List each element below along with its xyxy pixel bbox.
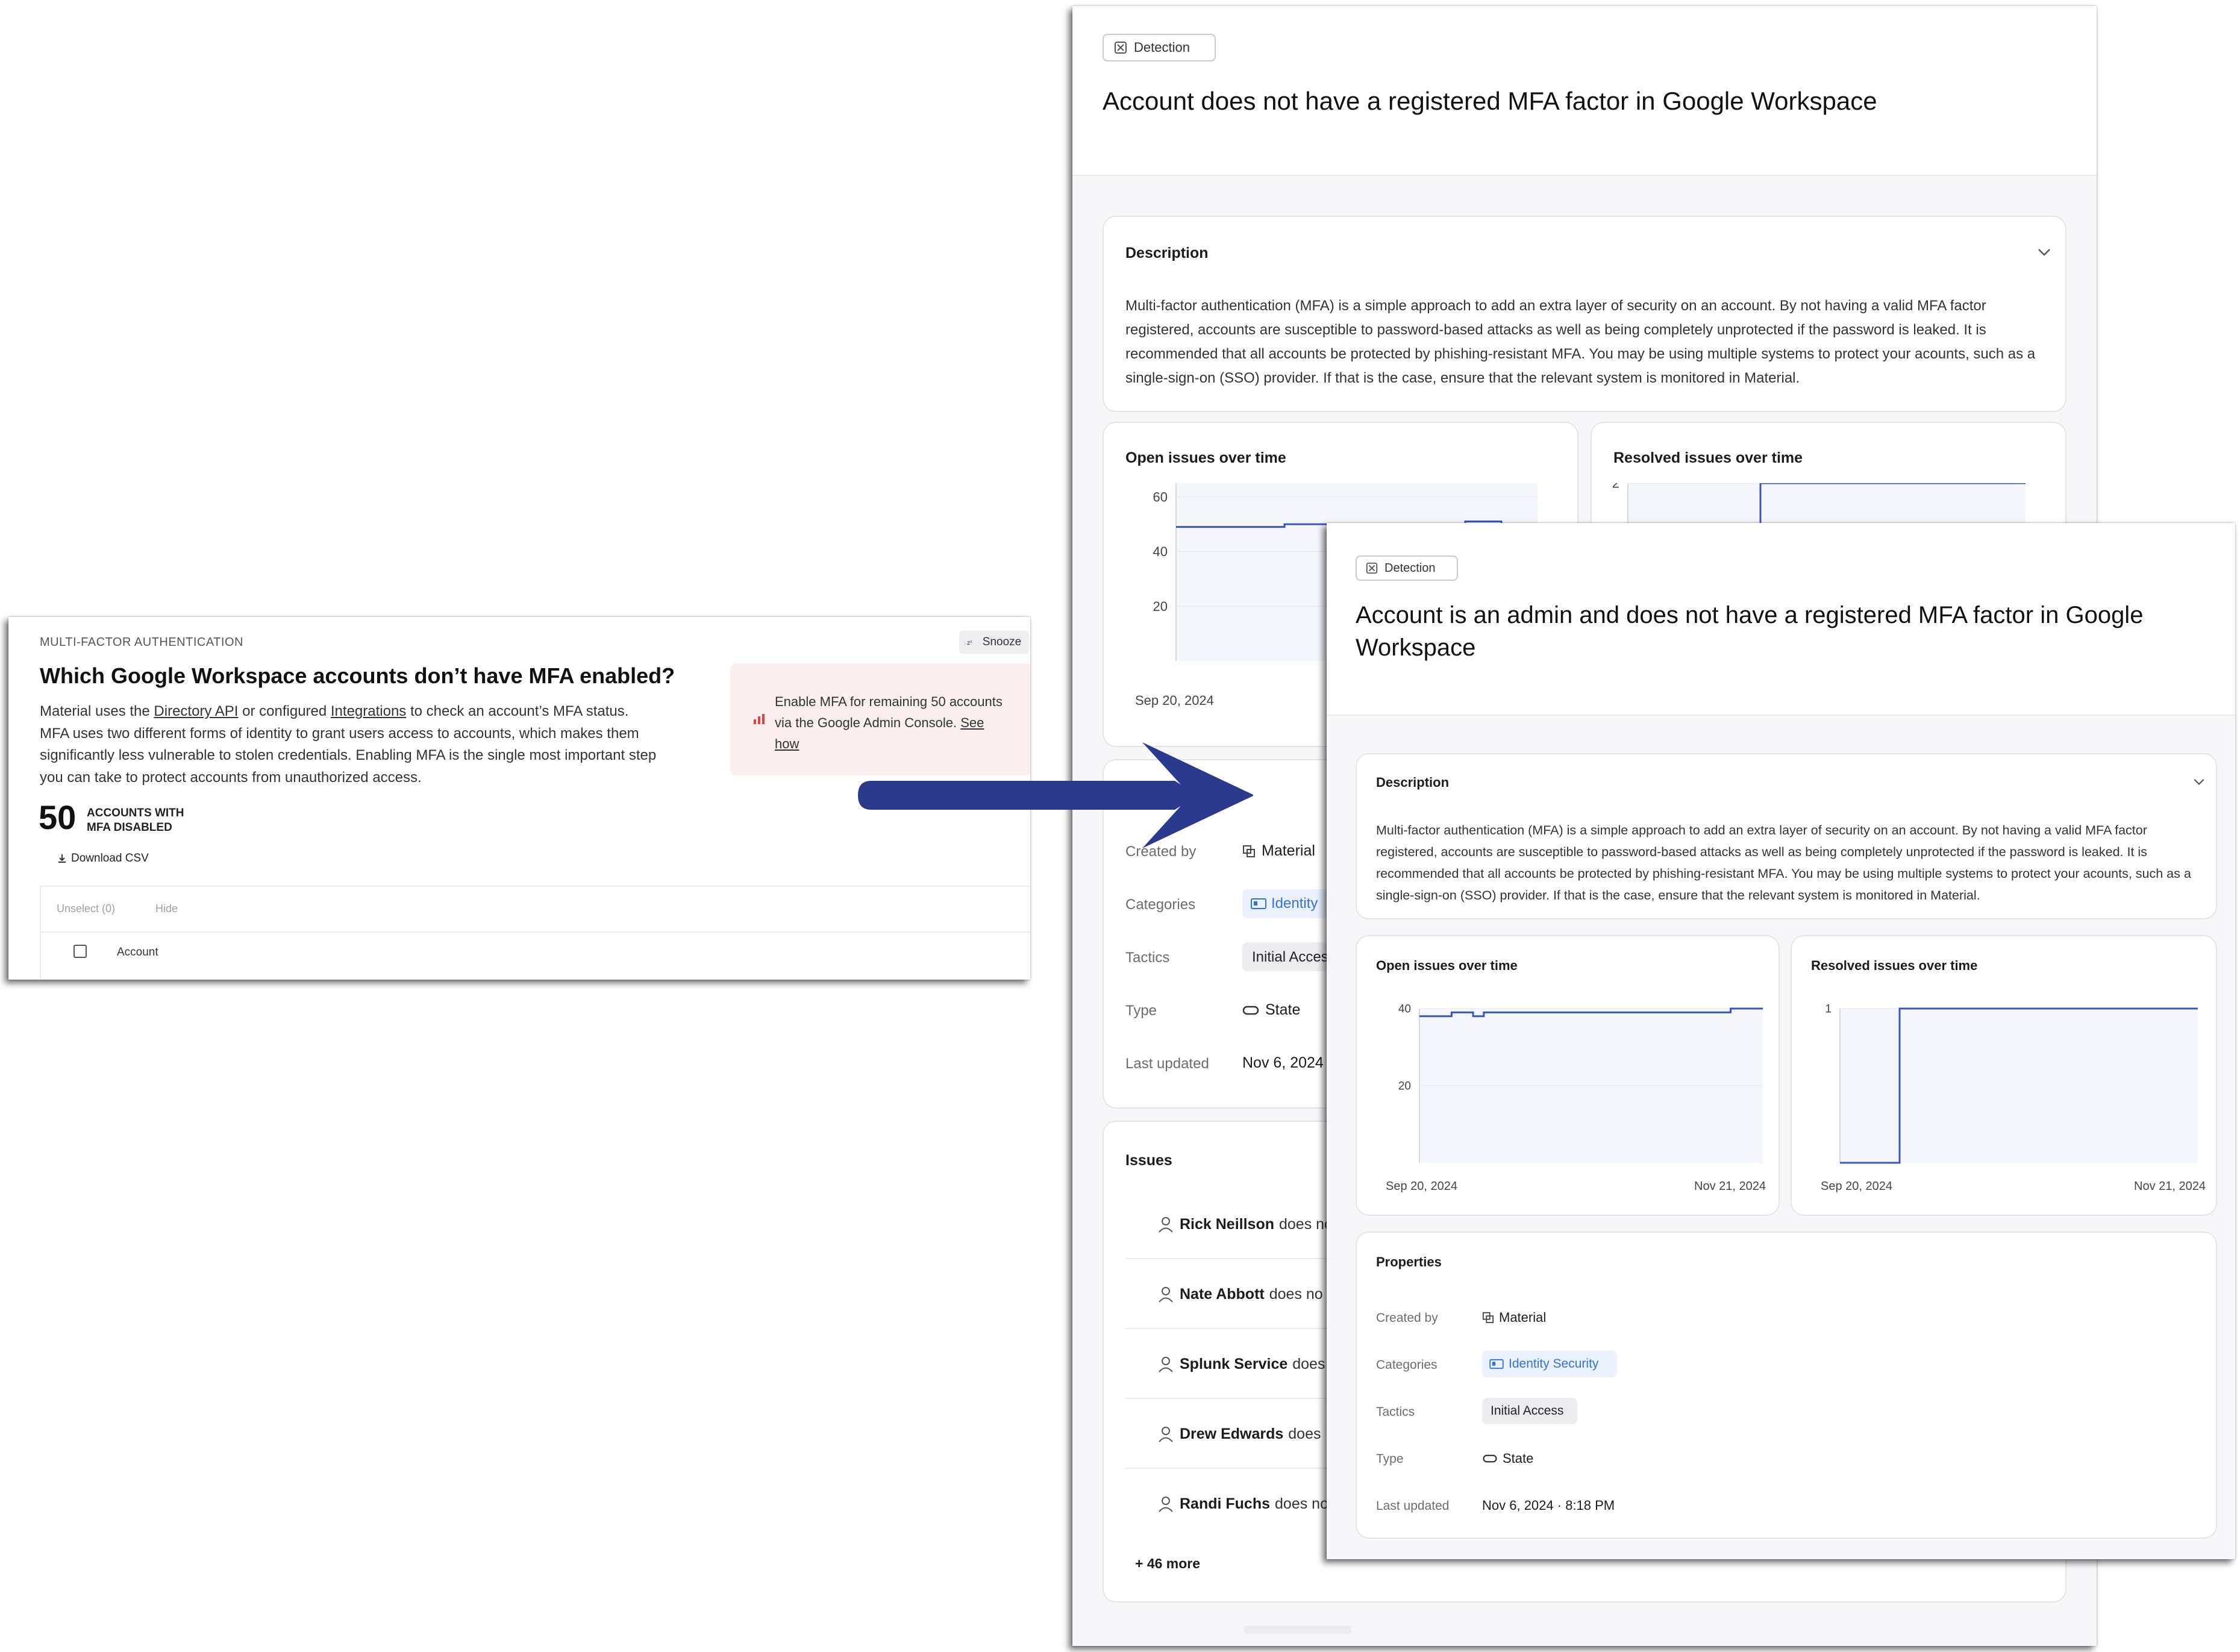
issues-heading: Issues — [1125, 1152, 1172, 1169]
properties-card: Properties Created by Material Categorie… — [1356, 1231, 2217, 1539]
issue-account-name: Randi Fuchs — [1180, 1495, 1271, 1512]
select-all-checkbox[interactable] — [74, 945, 87, 958]
unselect-button[interactable]: Unselect (0) — [57, 903, 115, 915]
chevron-down-icon[interactable] — [2193, 778, 2205, 786]
description-card: Description Multi-factor authentication … — [1356, 753, 2217, 919]
description-heading: Description — [1125, 245, 1209, 261]
more-issues-link[interactable]: + 46 more — [1135, 1556, 1200, 1572]
link-icon — [1242, 1006, 1259, 1015]
issue-description: does — [1292, 1355, 1325, 1372]
chart-title: Open issues over time — [1376, 958, 1518, 973]
description-text: Multi-factor authentication (MFA) is a s… — [1376, 823, 2191, 903]
detection-badge: Detection — [1103, 34, 1216, 61]
y-tick-label: 1 — [1825, 1003, 1832, 1016]
directory-api-link[interactable]: Directory API — [154, 703, 238, 719]
categories-label: Categories — [1125, 896, 1196, 913]
stat-value: 50 — [39, 798, 77, 836]
stat-label: ACCOUNTS WITH MFA DISABLED — [87, 807, 184, 834]
card-description: Material uses the Directory API or confi… — [40, 703, 657, 786]
category-tag[interactable]: Identity — [1242, 889, 1339, 918]
tactic-tag[interactable]: Initial Access — [1482, 1398, 1577, 1424]
description-heading: Description — [1376, 775, 1450, 790]
categories-label: Categories — [1376, 1358, 1438, 1372]
snooze-icon: zᶻ — [967, 640, 972, 646]
tactic-tag[interactable]: Initial Acces — [1242, 942, 1339, 971]
user-icon — [1159, 1217, 1173, 1233]
id-card-icon — [1489, 1359, 1504, 1369]
svg-text:zᶻ: zᶻ — [967, 640, 972, 646]
detection-title: Account does not have a registered MFA f… — [1103, 87, 1877, 115]
id-card-icon — [1251, 898, 1266, 909]
open-issues-chart: 2040 — [1398, 1003, 1763, 1163]
issue-account-name: Splunk Service — [1180, 1355, 1288, 1372]
snooze-button[interactable]: zᶻ Snooze — [959, 631, 1029, 654]
issue-description: does — [1288, 1425, 1321, 1442]
detection-panel-2: Detection Account is an admin and does n… — [1327, 523, 2235, 1559]
issue-description: does no — [1275, 1495, 1328, 1512]
category-tag[interactable]: Identity Security — [1482, 1351, 1617, 1377]
tactics-label: Tactics — [1376, 1405, 1415, 1419]
description-text: Multi-factor authentication (MFA) is a s… — [1125, 298, 2036, 386]
open-issues-chart-card: Open issues over time 20 40 Sep 20, 2024 … — [1356, 935, 1780, 1216]
chart-title: Resolved issues over time — [1613, 449, 1803, 466]
created-by-value: Material — [1482, 1310, 1546, 1325]
material-icon — [1482, 1312, 1494, 1324]
detection-badge: Detection — [1356, 555, 1458, 581]
y-tick-label: 20 — [1398, 1080, 1411, 1093]
table-header: Unselect (0) Hide Account — [40, 886, 1030, 980]
detection-icon — [1366, 562, 1378, 574]
page-title: Which Google Workspace accounts don’t ha… — [40, 663, 675, 688]
arrow-graphic — [858, 742, 1253, 848]
detection-title: Account is an admin and does not have a … — [1356, 602, 2144, 661]
bar-chart-icon — [754, 714, 765, 724]
type-label: Type — [1125, 1003, 1157, 1019]
chart-title: Open issues over time — [1125, 449, 1286, 466]
last-updated-value: Nov 6, 2024 — [1242, 1054, 1324, 1071]
x-label-end: Nov 21, 2024 — [1694, 1180, 1766, 1193]
detection-icon — [1115, 42, 1127, 54]
resolved-issues-chart: 1 — [1825, 1003, 2198, 1164]
y-tick-label: 20 — [1153, 599, 1168, 614]
type-value: State — [1242, 1001, 1300, 1019]
resolved-issues-chart-card: Resolved issues over time 1 Sep 20, 2024… — [1791, 935, 2217, 1216]
x-label-start: Sep 20, 2024 — [1821, 1180, 1892, 1193]
properties-heading: Properties — [1376, 1254, 1442, 1269]
column-header-account[interactable]: Account — [117, 946, 158, 959]
chevron-down-icon[interactable] — [2038, 248, 2051, 257]
plot-area — [1840, 1009, 2198, 1163]
y-tick-label: 40 — [1153, 544, 1168, 559]
issue-description: does no — [1269, 1285, 1323, 1303]
tactics-label: Tactics — [1125, 950, 1170, 966]
hide-button[interactable]: Hide — [155, 903, 178, 915]
issue-account-name: Rick Neillson — [1180, 1215, 1274, 1233]
last-updated-label: Last updated — [1125, 1056, 1209, 1072]
download-icon — [58, 854, 66, 863]
issue-account-name: Drew Edwards — [1180, 1425, 1284, 1442]
last-updated-label: Last updated — [1376, 1499, 1450, 1513]
x-label-start: Sep 20, 2024 — [1135, 693, 1214, 708]
created-by-value: Material — [1242, 842, 1315, 860]
description-card: Description Multi-factor authentication … — [1103, 216, 2066, 412]
last-updated-value: Nov 6, 2024 · 8:18 PM — [1482, 1498, 1615, 1513]
y-tick-label: 60 — [1153, 489, 1168, 504]
y-tick-label: 2 — [1612, 483, 1619, 491]
link-icon — [1483, 1454, 1497, 1463]
y-tick-label: 40 — [1398, 1003, 1411, 1016]
chart-title: Resolved issues over time — [1811, 958, 1978, 973]
integrations-link[interactable]: Integrations — [331, 703, 406, 719]
x-label-start: Sep 20, 2024 — [1386, 1180, 1457, 1193]
user-icon — [1159, 1427, 1173, 1442]
user-icon — [1159, 1497, 1173, 1512]
user-icon — [1159, 1287, 1173, 1303]
type-value: State — [1482, 1451, 1533, 1466]
user-icon — [1159, 1357, 1173, 1372]
download-csv-button[interactable]: Download CSV — [40, 848, 149, 869]
pagination-handle[interactable] — [1244, 1625, 1351, 1634]
type-label: Type — [1376, 1452, 1404, 1466]
issue-account-name: Nate Abbott — [1180, 1285, 1265, 1303]
issue-description: does no — [1279, 1215, 1333, 1233]
x-label-end: Nov 21, 2024 — [2134, 1180, 2206, 1193]
created-by-label: Created by — [1376, 1311, 1438, 1325]
section-label: MULTI-FACTOR AUTHENTICATION — [40, 636, 243, 649]
